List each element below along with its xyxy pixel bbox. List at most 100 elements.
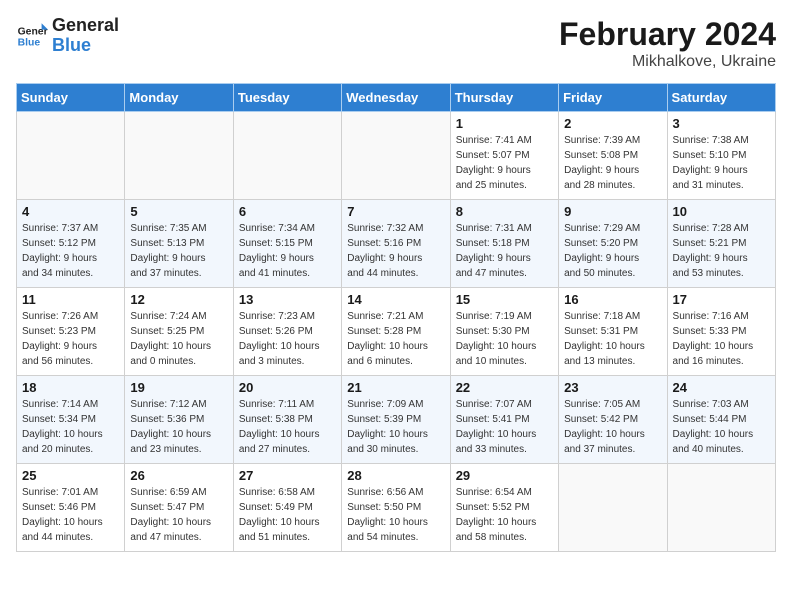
day-info: Sunrise: 7:05 AM Sunset: 5:42 PM Dayligh… — [564, 397, 661, 457]
location-subtitle: Mikhalkove, Ukraine — [559, 53, 776, 71]
calendar-header-row: SundayMondayTuesdayWednesdayThursdayFrid… — [17, 84, 776, 112]
calendar-cell: 19 Sunrise: 7:12 AM Sunset: 5:36 PM Dayli… — [125, 376, 233, 464]
day-number: 13 — [239, 292, 336, 307]
col-header-saturday: Saturday — [667, 84, 775, 112]
calendar-cell: 12 Sunrise: 7:24 AM Sunset: 5:25 PM Dayli… — [125, 288, 233, 376]
calendar-cell: 8 Sunrise: 7:31 AM Sunset: 5:18 PM Daylig… — [450, 200, 558, 288]
day-number: 21 — [347, 380, 444, 395]
day-info: Sunrise: 7:09 AM Sunset: 5:39 PM Dayligh… — [347, 397, 444, 457]
calendar-cell: 6Sunrise: 7:34 AM Sunset: 5:15 PM Daylig… — [233, 200, 341, 288]
month-title: February 2024 — [559, 16, 776, 53]
day-number: 10 — [673, 204, 770, 219]
day-info: Sunrise: 7:23 AM Sunset: 5:26 PM Dayligh… — [239, 309, 336, 369]
logo: General Blue General Blue — [16, 16, 119, 56]
day-number: 8 — [456, 204, 553, 219]
day-number: 2 — [564, 116, 661, 131]
col-header-thursday: Thursday — [450, 84, 558, 112]
calendar-cell — [233, 112, 341, 200]
calendar-cell: 22Sunrise: 7:07 AM Sunset: 5:41 PM Dayli… — [450, 376, 558, 464]
calendar-table: SundayMondayTuesdayWednesdayThursdayFrid… — [16, 83, 776, 552]
calendar-cell — [559, 464, 667, 552]
day-number: 6 — [239, 204, 336, 219]
day-info: Sunrise: 6:54 AM Sunset: 5:52 PM Dayligh… — [456, 485, 553, 545]
day-number: 24 — [673, 380, 770, 395]
day-number: 19 — [130, 380, 227, 395]
day-number: 27 — [239, 468, 336, 483]
day-info: Sunrise: 7:21 AM Sunset: 5:28 PM Dayligh… — [347, 309, 444, 369]
calendar-cell — [667, 464, 775, 552]
calendar-cell: 27 Sunrise: 6:58 AM Sunset: 5:49 PM Dayli… — [233, 464, 341, 552]
calendar-week-row: 4Sunrise: 7:37 AM Sunset: 5:12 PM Daylig… — [17, 200, 776, 288]
day-number: 5 — [130, 204, 227, 219]
day-number: 9 — [564, 204, 661, 219]
calendar-cell: 2 Sunrise: 7:39 AM Sunset: 5:08 PM Daylig… — [559, 112, 667, 200]
day-number: 20 — [239, 380, 336, 395]
day-info: Sunrise: 7:24 AM Sunset: 5:25 PM Dayligh… — [130, 309, 227, 369]
calendar-body: 1 Sunrise: 7:41 AM Sunset: 5:07 PM Daylig… — [17, 112, 776, 552]
day-info: Sunrise: 7:03 AM Sunset: 5:44 PM Dayligh… — [673, 397, 770, 457]
calendar-cell: 26 Sunrise: 6:59 AM Sunset: 5:47 PM Dayli… — [125, 464, 233, 552]
calendar-week-row: 11Sunrise: 7:26 AM Sunset: 5:23 PM Dayli… — [17, 288, 776, 376]
day-number: 26 — [130, 468, 227, 483]
day-number: 16 — [564, 292, 661, 307]
day-info: Sunrise: 7:01 AM Sunset: 5:46 PM Dayligh… — [22, 485, 119, 545]
day-info: Sunrise: 7:41 AM Sunset: 5:07 PM Dayligh… — [456, 133, 553, 193]
day-info: Sunrise: 7:18 AM Sunset: 5:31 PM Dayligh… — [564, 309, 661, 369]
calendar-cell: 20 Sunrise: 7:11 AM Sunset: 5:38 PM Dayli… — [233, 376, 341, 464]
calendar-cell: 17Sunrise: 7:16 AM Sunset: 5:33 PM Dayli… — [667, 288, 775, 376]
day-number: 17 — [673, 292, 770, 307]
col-header-wednesday: Wednesday — [342, 84, 450, 112]
calendar-week-row: 25 Sunrise: 7:01 AM Sunset: 5:46 PM Dayli… — [17, 464, 776, 552]
day-info: Sunrise: 7:14 AM Sunset: 5:34 PM Dayligh… — [22, 397, 119, 457]
day-info: Sunrise: 7:11 AM Sunset: 5:38 PM Dayligh… — [239, 397, 336, 457]
calendar-cell — [17, 112, 125, 200]
calendar-cell: 1 Sunrise: 7:41 AM Sunset: 5:07 PM Daylig… — [450, 112, 558, 200]
day-number: 14 — [347, 292, 444, 307]
calendar-week-row: 18Sunrise: 7:14 AM Sunset: 5:34 PM Dayli… — [17, 376, 776, 464]
col-header-monday: Monday — [125, 84, 233, 112]
page-header: General Blue General Blue February 2024 … — [16, 16, 776, 71]
calendar-cell — [125, 112, 233, 200]
day-number: 11 — [22, 292, 119, 307]
title-block: February 2024 Mikhalkove, Ukraine — [559, 16, 776, 71]
calendar-cell: 15 Sunrise: 7:19 AM Sunset: 5:30 PM Dayli… — [450, 288, 558, 376]
calendar-cell: 13 Sunrise: 7:23 AM Sunset: 5:26 PM Dayli… — [233, 288, 341, 376]
day-number: 7 — [347, 204, 444, 219]
calendar-cell: 4Sunrise: 7:37 AM Sunset: 5:12 PM Daylig… — [17, 200, 125, 288]
svg-text:Blue: Blue — [18, 37, 41, 48]
logo-icon: General Blue — [16, 20, 48, 52]
day-number: 25 — [22, 468, 119, 483]
calendar-cell: 18Sunrise: 7:14 AM Sunset: 5:34 PM Dayli… — [17, 376, 125, 464]
day-info: Sunrise: 6:59 AM Sunset: 5:47 PM Dayligh… — [130, 485, 227, 545]
calendar-cell: 9Sunrise: 7:29 AM Sunset: 5:20 PM Daylig… — [559, 200, 667, 288]
day-info: Sunrise: 7:38 AM Sunset: 5:10 PM Dayligh… — [673, 133, 770, 193]
day-info: Sunrise: 7:39 AM Sunset: 5:08 PM Dayligh… — [564, 133, 661, 193]
day-info: Sunrise: 7:19 AM Sunset: 5:30 PM Dayligh… — [456, 309, 553, 369]
day-info: Sunrise: 7:35 AM Sunset: 5:13 PM Dayligh… — [130, 221, 227, 281]
day-number: 12 — [130, 292, 227, 307]
day-info: Sunrise: 7:07 AM Sunset: 5:41 PM Dayligh… — [456, 397, 553, 457]
calendar-cell: 25 Sunrise: 7:01 AM Sunset: 5:46 PM Dayli… — [17, 464, 125, 552]
day-number: 4 — [22, 204, 119, 219]
day-number: 29 — [456, 468, 553, 483]
day-info: Sunrise: 7:12 AM Sunset: 5:36 PM Dayligh… — [130, 397, 227, 457]
calendar-cell: 23 Sunrise: 7:05 AM Sunset: 5:42 PM Dayli… — [559, 376, 667, 464]
col-header-sunday: Sunday — [17, 84, 125, 112]
col-header-friday: Friday — [559, 84, 667, 112]
calendar-cell: 29 Sunrise: 6:54 AM Sunset: 5:52 PM Dayli… — [450, 464, 558, 552]
calendar-cell: 28 Sunrise: 6:56 AM Sunset: 5:50 PM Dayli… — [342, 464, 450, 552]
day-number: 1 — [456, 116, 553, 131]
calendar-cell: 3Sunrise: 7:38 AM Sunset: 5:10 PM Daylig… — [667, 112, 775, 200]
calendar-cell: 7 Sunrise: 7:32 AM Sunset: 5:16 PM Daylig… — [342, 200, 450, 288]
calendar-week-row: 1 Sunrise: 7:41 AM Sunset: 5:07 PM Daylig… — [17, 112, 776, 200]
day-number: 28 — [347, 468, 444, 483]
calendar-cell: 24 Sunrise: 7:03 AM Sunset: 5:44 PM Dayli… — [667, 376, 775, 464]
day-info: Sunrise: 6:56 AM Sunset: 5:50 PM Dayligh… — [347, 485, 444, 545]
day-info: Sunrise: 7:32 AM Sunset: 5:16 PM Dayligh… — [347, 221, 444, 281]
day-info: Sunrise: 6:58 AM Sunset: 5:49 PM Dayligh… — [239, 485, 336, 545]
day-number: 15 — [456, 292, 553, 307]
calendar-cell: 11Sunrise: 7:26 AM Sunset: 5:23 PM Dayli… — [17, 288, 125, 376]
day-number: 23 — [564, 380, 661, 395]
day-info: Sunrise: 7:31 AM Sunset: 5:18 PM Dayligh… — [456, 221, 553, 281]
calendar-cell: 16 Sunrise: 7:18 AM Sunset: 5:31 PM Dayli… — [559, 288, 667, 376]
